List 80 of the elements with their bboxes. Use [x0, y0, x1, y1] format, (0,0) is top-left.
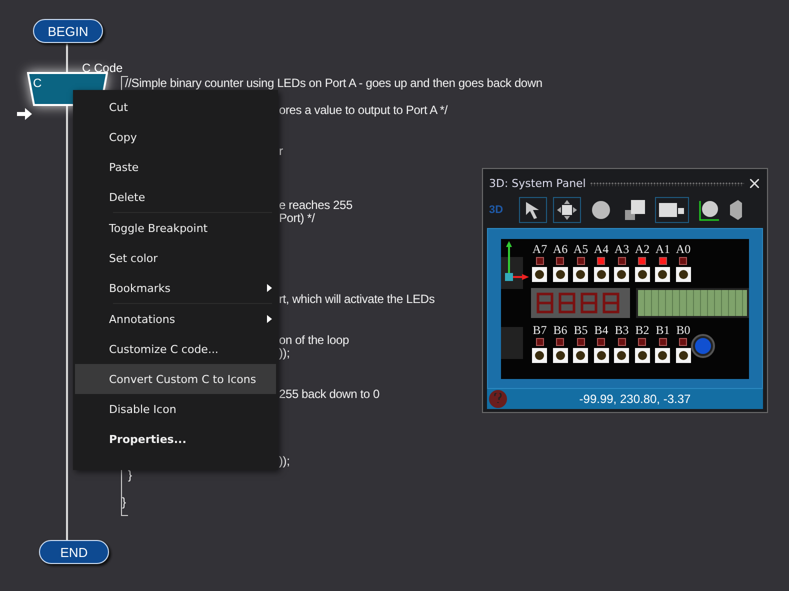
push-button[interactable] — [614, 266, 630, 282]
code-line: )); — [279, 346, 290, 360]
code-line: 255 back down to 0 — [279, 386, 380, 400]
close-button[interactable] — [748, 177, 761, 190]
code-line: r — [279, 144, 283, 158]
arrow-icon — [17, 108, 32, 120]
pin-label: B3 — [614, 324, 629, 336]
push-button[interactable] — [634, 348, 650, 362]
panel-title: 3D: System Panel — [489, 177, 586, 190]
pin-label: A4 — [594, 242, 609, 254]
submenu-arrow-icon — [267, 315, 272, 323]
push-button[interactable] — [634, 266, 650, 282]
pin-label: B5 — [574, 324, 588, 336]
code-line: rt, which will activate the LEDs — [279, 292, 435, 306]
block-title: C Code — [82, 61, 123, 75]
begin-terminal[interactable]: BEGIN — [33, 19, 103, 43]
push-button[interactable] — [614, 348, 630, 362]
menu-item[interactable]: Annotations — [75, 304, 276, 334]
view-label: 3D — [489, 204, 504, 216]
camera-icon — [659, 201, 685, 219]
pin-label: A7 — [532, 242, 548, 254]
pointer-icon — [525, 201, 541, 219]
push-button[interactable] — [532, 266, 548, 282]
pin-label: B0 — [676, 324, 690, 336]
code-line: } — [122, 494, 126, 508]
pin-label: B1 — [656, 324, 670, 336]
menu-item[interactable]: Delete — [75, 182, 276, 212]
code-line: //Simple binary counter using LEDs on Port A - goes up and then goes back down — [125, 76, 542, 90]
move-icon — [557, 200, 577, 220]
menu-item[interactable]: Disable Icon — [75, 394, 276, 424]
menu-item[interactable]: Paste — [75, 152, 276, 182]
push-button[interactable] — [655, 266, 670, 282]
menu-item[interactable]: Convert Custom C to Icons — [75, 364, 276, 394]
code-line: e reaches 255 — [279, 198, 352, 212]
pin-label: A0 — [676, 242, 691, 254]
push-button[interactable] — [594, 348, 609, 362]
push-button[interactable] — [552, 348, 568, 362]
pin-label: B4 — [594, 324, 608, 336]
menu-item[interactable]: Copy — [75, 122, 276, 152]
push-button[interactable] — [655, 348, 670, 362]
menu-item[interactable]: Cut — [75, 92, 276, 122]
pin-label: A1 — [655, 242, 670, 254]
pin-label: A6 — [552, 242, 568, 254]
menu-item[interactable]: Toggle Breakpoint — [75, 213, 276, 243]
coordinates: -99.99, 230.80, -3.37 — [578, 392, 692, 406]
code-line: )); — [279, 454, 290, 468]
sphere-icon — [591, 200, 611, 220]
connector-block — [501, 326, 523, 358]
code-line: } — [128, 468, 132, 482]
push-button[interactable] — [532, 348, 548, 362]
code-line: ores a value to output to Port A */ — [279, 103, 448, 117]
move-tool[interactable] — [553, 197, 581, 223]
push-button[interactable] — [594, 266, 609, 282]
end-terminal[interactable]: END — [39, 540, 109, 564]
pin-label: A3 — [614, 242, 630, 254]
scale-icon — [625, 200, 645, 220]
pointer-tool[interactable] — [519, 197, 547, 223]
menu-item[interactable]: Properties... — [75, 424, 276, 454]
block-glyph: C — [33, 76, 42, 90]
pin-label: B2 — [635, 324, 650, 336]
menu-item[interactable]: Bookmarks — [75, 273, 276, 303]
cube-icon — [730, 200, 742, 220]
push-button[interactable] — [676, 266, 691, 282]
camera-tool[interactable] — [655, 197, 689, 223]
menu-item[interactable]: Set color — [75, 243, 276, 273]
push-button[interactable] — [552, 266, 568, 282]
pin-label: A2 — [634, 242, 650, 254]
axis-gizmo-icon — [503, 240, 529, 280]
pin-label: A5 — [573, 242, 588, 254]
push-button[interactable] — [676, 348, 691, 362]
push-button[interactable] — [573, 348, 588, 362]
pin-label: B7 — [532, 324, 547, 336]
help-icon[interactable] — [489, 390, 507, 408]
menu-item[interactable]: Customize C code... — [75, 334, 276, 364]
pin-label: B6 — [553, 324, 568, 336]
push-button[interactable] — [573, 266, 588, 282]
submenu-arrow-icon — [267, 284, 272, 292]
code-line: Port) */ — [279, 211, 315, 225]
light-icon — [698, 199, 720, 221]
code-line: on of the loop — [279, 332, 349, 346]
